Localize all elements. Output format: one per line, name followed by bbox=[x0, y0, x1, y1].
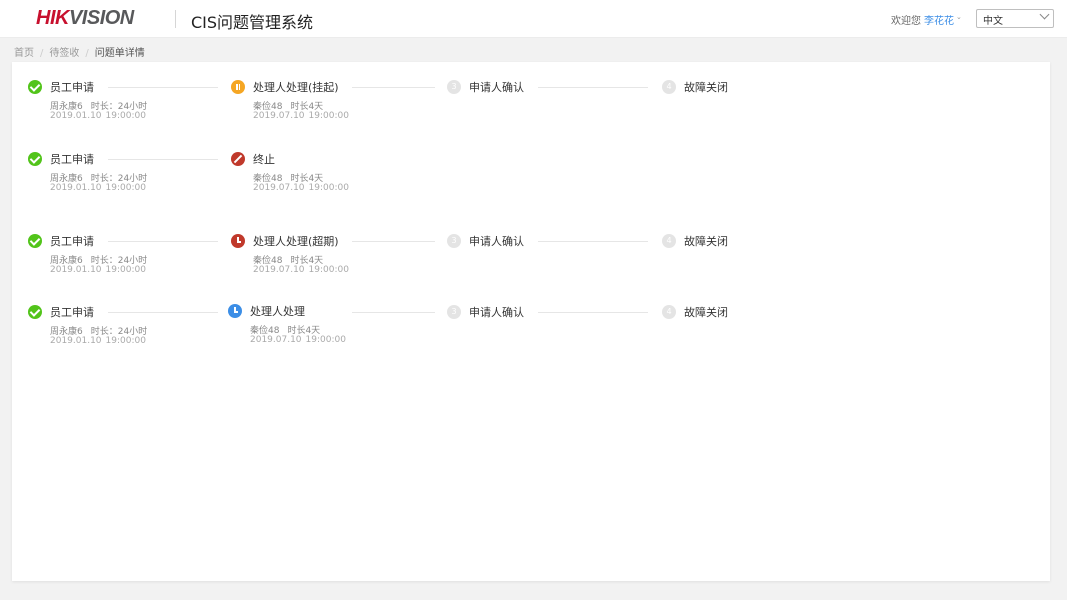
step-title: 员工申请 bbox=[50, 306, 94, 319]
step-connector bbox=[538, 312, 648, 313]
step-title: 申请人确认 bbox=[469, 306, 524, 319]
workflow-steps: 员工申请 周永康6 时长：24小时 2019.01.10 19:00:00 处理人处… bbox=[12, 234, 1050, 304]
pause-icon bbox=[231, 80, 245, 94]
step-title: 故障关闭 bbox=[684, 81, 728, 94]
step-title: 处理人处理(挂起) bbox=[253, 81, 339, 94]
chevron-down-icon[interactable]: ⌄ bbox=[956, 13, 962, 21]
step-connector bbox=[352, 87, 435, 88]
language-select[interactable]: 中文 bbox=[976, 9, 1054, 28]
step-time: 19:00:00 bbox=[308, 183, 349, 193]
check-icon bbox=[28, 305, 42, 319]
clock-icon bbox=[231, 234, 245, 248]
issue-detail-card: 员工申请 周永康6 时长：24小时 2019.01.10 19:00:00 处理人处… bbox=[12, 62, 1050, 581]
step-connector bbox=[352, 312, 435, 313]
check-icon bbox=[28, 234, 42, 248]
logo-hik: HIK bbox=[36, 7, 69, 29]
step-title: 申请人确认 bbox=[469, 235, 524, 248]
step-time: 19:00:00 bbox=[305, 335, 346, 345]
step-connector bbox=[108, 87, 218, 88]
step-connector bbox=[538, 87, 648, 88]
step-date: 2019.07.10 bbox=[253, 111, 305, 121]
clock-icon bbox=[228, 304, 242, 318]
step-time: 19:00:00 bbox=[105, 336, 146, 346]
step-date: 2019.01.10 bbox=[50, 111, 102, 121]
workflow-steps: 员工申请 周永康6 时长：24小时 2019.01.10 19:00:00 终止 秦… bbox=[12, 152, 1050, 222]
step-number-icon: 3 bbox=[447, 305, 461, 319]
title-divider bbox=[175, 10, 176, 28]
step-time: 19:00:00 bbox=[105, 111, 146, 121]
step-time: 19:00:00 bbox=[105, 183, 146, 193]
logo-vision: VISION bbox=[68, 7, 134, 29]
step-number-icon: 3 bbox=[447, 80, 461, 94]
stop-icon bbox=[231, 152, 245, 166]
step-title: 员工申请 bbox=[50, 81, 94, 94]
step-number-icon: 4 bbox=[662, 305, 676, 319]
breadcrumb-separator: / bbox=[40, 48, 44, 59]
step-connector bbox=[108, 159, 218, 160]
hikvision-logo[interactable]: HIKVISION bbox=[36, 7, 134, 30]
step-date: 2019.01.10 bbox=[50, 265, 102, 275]
user-menu[interactable]: 李花花 bbox=[924, 12, 954, 27]
step-date: 2019.07.10 bbox=[253, 265, 305, 275]
step-time: 19:00:00 bbox=[308, 265, 349, 275]
step-time: 19:00:00 bbox=[105, 265, 146, 275]
step-title: 处理人处理(超期) bbox=[253, 235, 339, 248]
check-icon bbox=[28, 80, 42, 94]
step-date: 2019.07.10 bbox=[250, 335, 302, 345]
chevron-down-icon bbox=[1039, 9, 1050, 20]
step-title: 员工申请 bbox=[50, 153, 94, 166]
breadcrumb-home[interactable]: 首页 bbox=[14, 44, 34, 59]
welcome-text: 欢迎您 bbox=[891, 16, 921, 27]
language-value: 中文 bbox=[983, 16, 1003, 27]
step-connector bbox=[538, 241, 648, 242]
check-icon bbox=[28, 152, 42, 166]
app-title: CIS问题管理系统 bbox=[191, 13, 314, 32]
breadcrumb-pending[interactable]: 待签收 bbox=[49, 44, 79, 59]
breadcrumb-separator: / bbox=[85, 48, 89, 59]
step-title: 申请人确认 bbox=[469, 81, 524, 94]
step-time: 19:00:00 bbox=[308, 111, 349, 121]
top-bar: HIKVISION CIS问题管理系统 欢迎您 李花花 ⌄ 中文 bbox=[0, 0, 1067, 38]
step-number-icon: 3 bbox=[447, 234, 461, 248]
step-date: 2019.01.10 bbox=[50, 336, 102, 346]
step-date: 2019.01.10 bbox=[50, 183, 102, 193]
breadcrumb-current: 问题单详情 bbox=[94, 48, 145, 59]
step-title: 处理人处理 bbox=[250, 305, 305, 318]
step-connector bbox=[352, 241, 435, 242]
workflow-steps: 员工申请 周永康6 时长：24小时 2019.01.10 19:00:00 处理人处… bbox=[12, 80, 1050, 150]
step-connector bbox=[108, 312, 218, 313]
step-title: 员工申请 bbox=[50, 235, 94, 248]
step-title: 故障关闭 bbox=[684, 306, 728, 319]
step-title: 故障关闭 bbox=[684, 235, 728, 248]
breadcrumb: 首页 / 待签收 / 问题单详情 bbox=[14, 44, 145, 59]
step-date: 2019.07.10 bbox=[253, 183, 305, 193]
step-connector bbox=[108, 241, 218, 242]
step-number-icon: 4 bbox=[662, 234, 676, 248]
workflow-steps: 员工申请 周永康6 时长：24小时 2019.01.10 19:00:00 处理人处… bbox=[12, 304, 1050, 375]
step-number-icon: 4 bbox=[662, 80, 676, 94]
step-title: 终止 bbox=[253, 153, 275, 166]
